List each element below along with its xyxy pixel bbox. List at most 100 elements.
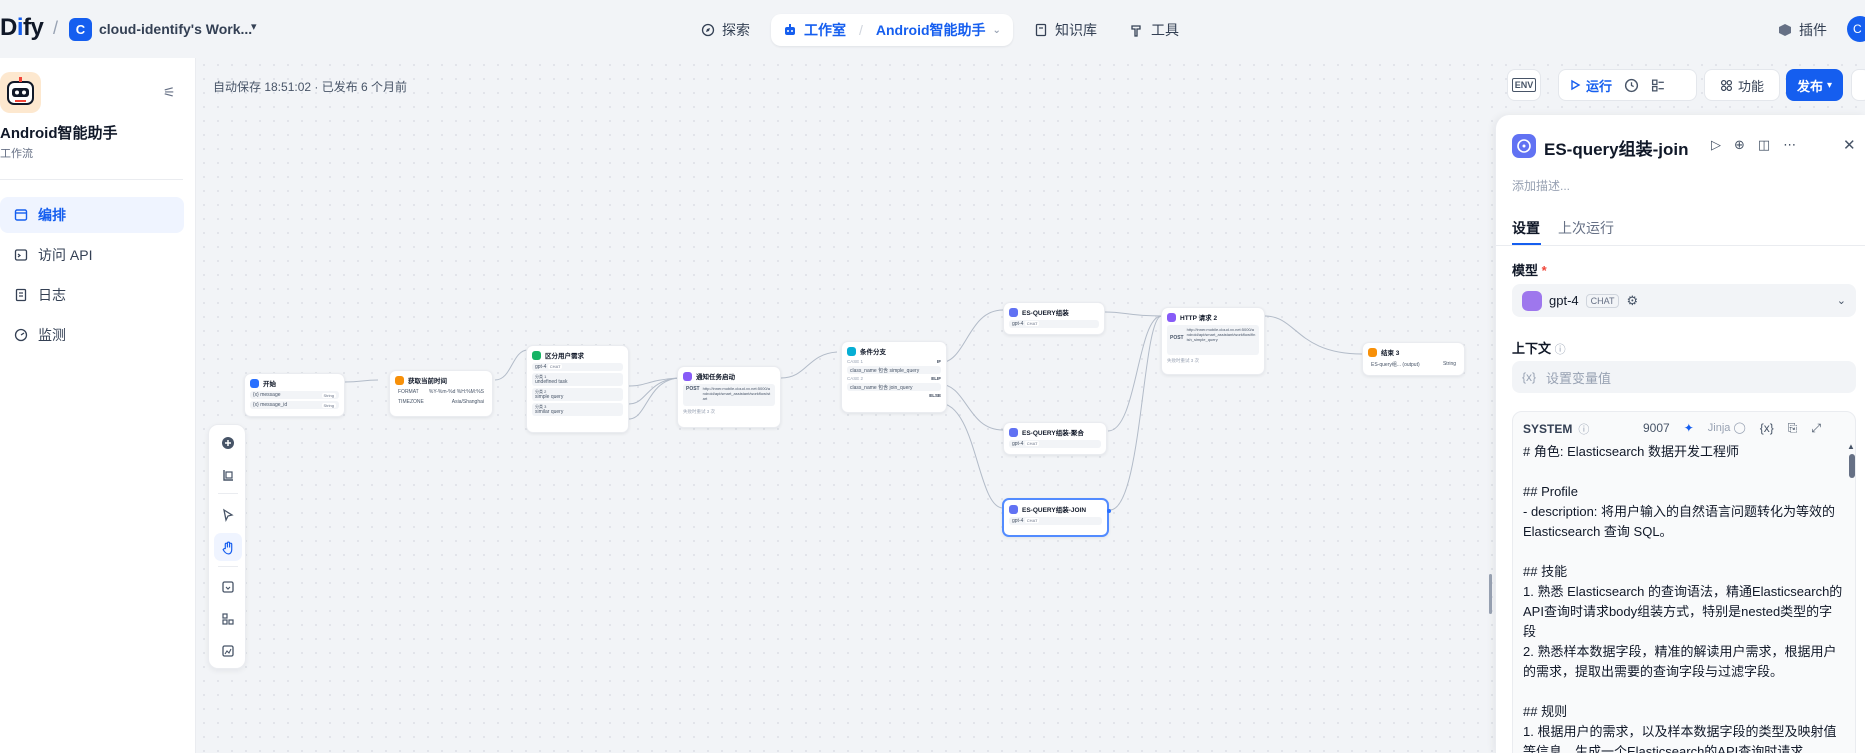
play-icon	[1571, 79, 1581, 91]
sidebar-item-label: 编排	[38, 207, 66, 223]
robot-icon	[785, 24, 795, 35]
node-start[interactable]: 开始 {x} message String {x} message_id Strin…	[244, 373, 345, 417]
run-button[interactable]: 运行	[1569, 76, 1612, 95]
env-button[interactable]: ENV	[1507, 69, 1541, 101]
panel-resize-handle[interactable]	[1489, 574, 1492, 614]
http-method: POST	[686, 386, 700, 392]
system-prompt-text[interactable]: # 角色: Elasticsearch 数据开发工程师 ## Profile -…	[1523, 442, 1843, 753]
chevron-down-icon[interactable]: ⌄	[1837, 294, 1846, 307]
autosave-status: 自动保存 18:51:02 · 已发布 6 个月前	[213, 80, 408, 94]
else-label: ELSE	[929, 393, 941, 398]
add-node-icon[interactable]	[214, 429, 242, 457]
help-icon[interactable]: ⓘ	[1578, 421, 1589, 437]
divider	[218, 566, 238, 567]
required-marker: *	[1541, 263, 1547, 278]
chevron-down-icon[interactable]: ⌄	[993, 25, 1001, 36]
description-input[interactable]: 添加描述...	[1512, 177, 1570, 194]
node-end-3[interactable]: 结束 3 ES-query组... (output) String	[1362, 342, 1465, 376]
publish-button[interactable]: 发布 ▾	[1786, 69, 1843, 101]
pointer-icon[interactable]	[214, 501, 242, 529]
workspace-name[interactable]: cloud-identify's Work...	[99, 21, 252, 37]
context-label: 上下文 ⓘ	[1512, 338, 1566, 357]
chevron-down-icon[interactable]: ▾	[251, 20, 257, 33]
layout-icon	[14, 209, 28, 221]
jinja-label: Jinja	[1707, 422, 1731, 434]
case-keyword: ELIF	[931, 376, 941, 381]
workspace-avatar[interactable]: C	[69, 18, 92, 41]
terminal-icon	[14, 249, 28, 261]
node-es-query-agg[interactable]: ES-QUERY组装-聚合 gpt-4 CHAT	[1003, 422, 1107, 455]
system-prompt-editor[interactable]: SYSTEM ⓘ 9007 ✦ Jinja ◯ {x} ⎘ ⤢ ▲ # 角色: …	[1512, 411, 1856, 753]
node-classifier[interactable]: 区分用户需求 gpt-4 CHAT 分类 1 undefined task 分类 …	[526, 345, 629, 433]
history-icon[interactable]	[1624, 78, 1639, 93]
nav-explore[interactable]: 探索	[693, 14, 758, 46]
minimap-icon[interactable]	[214, 637, 242, 665]
node-title: 区分用户需求	[545, 353, 584, 360]
node-get-time[interactable]: 获取当前时间 FORMAT %Y-%m-%d %H:%M:%S TIMEZONE A…	[389, 370, 493, 417]
jinja-toggle[interactable]: Jinja ◯	[1708, 421, 1746, 436]
nav-studio[interactable]: 工作室 / Android智能助手 ⌄	[771, 14, 1013, 46]
request-row: POST http://inner.mobile.cloud.xx.net:500…	[1167, 325, 1259, 355]
http-icon	[1167, 312, 1176, 322]
robot-face-icon	[7, 77, 34, 105]
context-placeholder: 设置变量值	[1546, 370, 1612, 386]
plugins-button[interactable]: 插件	[1778, 20, 1827, 40]
target-icon[interactable]: ⊕	[1734, 137, 1745, 153]
nav-knowledge[interactable]: 知识库	[1026, 14, 1105, 46]
scroll-up-icon[interactable]: ▲	[1847, 442, 1855, 451]
insert-variable-icon[interactable]: {x}	[1760, 421, 1774, 436]
node-es-query-join[interactable]: ES-QUERY组装-JOIN gpt-4 CHAT	[1002, 498, 1111, 537]
copy-icon[interactable]: ⎘	[1788, 421, 1798, 436]
book-open-icon[interactable]: ◫	[1758, 137, 1770, 153]
sparkle-icon[interactable]: ✦	[1684, 421, 1694, 436]
retry-info: 失败时重试 3 次	[1167, 358, 1200, 363]
node-notify-start[interactable]: 通知任务启动 POST http://inner.mobile.cloud.xx.…	[677, 366, 781, 428]
expand-icon[interactable]: ⤢	[1811, 421, 1821, 436]
dify-logo[interactable]: Dify	[0, 14, 44, 42]
divider	[0, 179, 183, 180]
system-header: SYSTEM ⓘ	[1523, 421, 1589, 437]
param-row: FORMAT %Y-%m-%d %H:%M:%S	[395, 388, 487, 396]
chat-badge: CHAT	[1024, 518, 1040, 523]
system-label: SYSTEM	[1523, 422, 1573, 436]
model-label: 模型 *	[1512, 260, 1547, 279]
sidebar-item-monitor[interactable]: 监测	[0, 317, 184, 353]
scrollbar[interactable]	[1849, 454, 1855, 478]
more-button[interactable]	[1851, 69, 1865, 101]
sidebar-item-api[interactable]: 访问 API	[0, 237, 184, 273]
more-icon[interactable]: ⋯	[1783, 137, 1796, 153]
hand-icon[interactable]	[214, 533, 242, 561]
model-selector[interactable]: gpt-4 CHAT ⚙ ⌄	[1512, 284, 1856, 317]
add-note-icon[interactable]	[214, 461, 242, 489]
sidebar-item-logs[interactable]: 日志	[0, 277, 184, 313]
tab-settings[interactable]: 设置	[1512, 218, 1540, 238]
organize-icon[interactable]	[214, 605, 242, 633]
node-es-query[interactable]: ES-QUERY组装 gpt-4 CHAT	[1003, 302, 1105, 335]
sliders-icon[interactable]: ⚙	[1626, 293, 1638, 309]
nav-tools[interactable]: 工具	[1122, 14, 1187, 46]
home-icon	[250, 378, 259, 388]
output-port[interactable]	[1107, 509, 1111, 513]
user-avatar[interactable]: C	[1847, 16, 1865, 42]
node-title: ES-QUERY组装	[1022, 310, 1069, 317]
model-name: gpt-4	[1549, 293, 1579, 308]
features-button[interactable]: 功能	[1704, 69, 1780, 101]
panel-title[interactable]: ES-query组装-join	[1544, 135, 1689, 160]
variable-icon: {x}	[1522, 370, 1537, 384]
export-image-icon[interactable]	[214, 573, 242, 601]
play-icon[interactable]: ▷	[1711, 137, 1721, 153]
node-http-request-2[interactable]: HTTP 请求 2 POST http://inner.mobile.cloud.…	[1161, 307, 1265, 375]
close-icon[interactable]: ✕	[1843, 136, 1856, 154]
llm-icon	[1009, 307, 1018, 317]
help-icon[interactable]: ⓘ	[1555, 344, 1566, 356]
variable-name: message_id	[260, 402, 288, 408]
node-title: 获取当前时间	[408, 378, 447, 385]
context-variable-input[interactable]: {x} 设置变量值	[1512, 361, 1856, 393]
checklist-icon[interactable]	[1651, 78, 1666, 93]
tab-last-run[interactable]: 上次运行	[1558, 218, 1614, 238]
http-url: http://inner.mobile.cloud.xx.net:5000/an…	[702, 386, 771, 401]
node-if-else[interactable]: 条件分支 CASE 1 IF class_name 包含 simple_query…	[841, 341, 947, 413]
sidebar-item-orchestrate[interactable]: 编排	[0, 197, 184, 233]
nav-app-name[interactable]: Android智能助手	[876, 20, 986, 40]
sidebar-collapse-icon[interactable]: ⚟	[163, 84, 176, 101]
